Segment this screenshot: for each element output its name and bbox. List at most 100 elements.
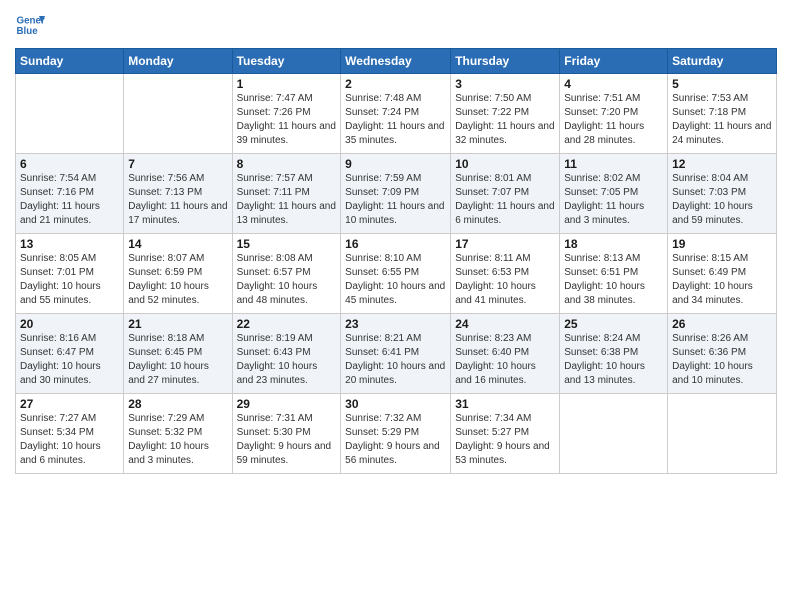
calendar-cell: 20Sunrise: 8:16 AMSunset: 6:47 PMDayligh… [16, 314, 124, 394]
day-number: 7 [128, 157, 227, 171]
calendar-cell: 11Sunrise: 8:02 AMSunset: 7:05 PMDayligh… [560, 154, 668, 234]
calendar-cell: 16Sunrise: 8:10 AMSunset: 6:55 PMDayligh… [341, 234, 451, 314]
day-number: 14 [128, 237, 227, 251]
day-number: 31 [455, 397, 555, 411]
day-info: Sunrise: 7:56 AMSunset: 7:13 PMDaylight:… [128, 172, 227, 228]
day-number: 5 [672, 77, 772, 91]
weekday-header: Sunday [16, 49, 124, 74]
day-info: Sunrise: 8:01 AMSunset: 7:07 PMDaylight:… [455, 172, 555, 228]
day-info: Sunrise: 7:50 AMSunset: 7:22 PMDaylight:… [455, 92, 555, 148]
day-number: 2 [345, 77, 446, 91]
day-info: Sunrise: 7:32 AMSunset: 5:29 PMDaylight:… [345, 412, 446, 468]
day-number: 26 [672, 317, 772, 331]
day-info: Sunrise: 8:21 AMSunset: 6:41 PMDaylight:… [345, 332, 446, 388]
weekday-header: Wednesday [341, 49, 451, 74]
calendar-cell [668, 394, 777, 474]
calendar-week-row: 27Sunrise: 7:27 AMSunset: 5:34 PMDayligh… [16, 394, 777, 474]
day-number: 12 [672, 157, 772, 171]
calendar-cell: 27Sunrise: 7:27 AMSunset: 5:34 PMDayligh… [16, 394, 124, 474]
day-info: Sunrise: 8:10 AMSunset: 6:55 PMDaylight:… [345, 252, 446, 308]
weekday-header: Monday [124, 49, 232, 74]
calendar-cell: 14Sunrise: 8:07 AMSunset: 6:59 PMDayligh… [124, 234, 232, 314]
day-number: 22 [237, 317, 337, 331]
day-info: Sunrise: 8:13 AMSunset: 6:51 PMDaylight:… [564, 252, 663, 308]
day-number: 13 [20, 237, 119, 251]
calendar-week-row: 13Sunrise: 8:05 AMSunset: 7:01 PMDayligh… [16, 234, 777, 314]
day-info: Sunrise: 7:54 AMSunset: 7:16 PMDaylight:… [20, 172, 119, 228]
day-number: 23 [345, 317, 446, 331]
weekday-header: Tuesday [232, 49, 341, 74]
weekday-header: Thursday [451, 49, 560, 74]
calendar-week-row: 20Sunrise: 8:16 AMSunset: 6:47 PMDayligh… [16, 314, 777, 394]
day-info: Sunrise: 7:31 AMSunset: 5:30 PMDaylight:… [237, 412, 337, 468]
calendar-week-row: 6Sunrise: 7:54 AMSunset: 7:16 PMDaylight… [16, 154, 777, 234]
weekday-header: Friday [560, 49, 668, 74]
logo: General Blue [15, 10, 49, 40]
calendar-cell: 8Sunrise: 7:57 AMSunset: 7:11 PMDaylight… [232, 154, 341, 234]
calendar-cell: 30Sunrise: 7:32 AMSunset: 5:29 PMDayligh… [341, 394, 451, 474]
day-number: 20 [20, 317, 119, 331]
day-number: 9 [345, 157, 446, 171]
calendar-cell: 21Sunrise: 8:18 AMSunset: 6:45 PMDayligh… [124, 314, 232, 394]
day-number: 19 [672, 237, 772, 251]
day-info: Sunrise: 8:18 AMSunset: 6:45 PMDaylight:… [128, 332, 227, 388]
day-number: 15 [237, 237, 337, 251]
calendar-cell: 24Sunrise: 8:23 AMSunset: 6:40 PMDayligh… [451, 314, 560, 394]
calendar-cell: 31Sunrise: 7:34 AMSunset: 5:27 PMDayligh… [451, 394, 560, 474]
svg-text:Blue: Blue [17, 26, 39, 37]
calendar-week-row: 1Sunrise: 7:47 AMSunset: 7:26 PMDaylight… [16, 74, 777, 154]
calendar-cell: 1Sunrise: 7:47 AMSunset: 7:26 PMDaylight… [232, 74, 341, 154]
day-info: Sunrise: 8:02 AMSunset: 7:05 PMDaylight:… [564, 172, 663, 228]
day-number: 6 [20, 157, 119, 171]
day-number: 24 [455, 317, 555, 331]
day-info: Sunrise: 7:51 AMSunset: 7:20 PMDaylight:… [564, 92, 663, 148]
day-info: Sunrise: 8:11 AMSunset: 6:53 PMDaylight:… [455, 252, 555, 308]
day-info: Sunrise: 8:15 AMSunset: 6:49 PMDaylight:… [672, 252, 772, 308]
day-number: 28 [128, 397, 227, 411]
day-number: 18 [564, 237, 663, 251]
calendar-cell: 7Sunrise: 7:56 AMSunset: 7:13 PMDaylight… [124, 154, 232, 234]
calendar-table: SundayMondayTuesdayWednesdayThursdayFrid… [15, 48, 777, 474]
day-number: 25 [564, 317, 663, 331]
day-number: 10 [455, 157, 555, 171]
calendar-cell [16, 74, 124, 154]
day-info: Sunrise: 7:59 AMSunset: 7:09 PMDaylight:… [345, 172, 446, 228]
day-info: Sunrise: 8:08 AMSunset: 6:57 PMDaylight:… [237, 252, 337, 308]
calendar-cell: 15Sunrise: 8:08 AMSunset: 6:57 PMDayligh… [232, 234, 341, 314]
day-info: Sunrise: 7:47 AMSunset: 7:26 PMDaylight:… [237, 92, 337, 148]
calendar-cell: 6Sunrise: 7:54 AMSunset: 7:16 PMDaylight… [16, 154, 124, 234]
day-info: Sunrise: 8:19 AMSunset: 6:43 PMDaylight:… [237, 332, 337, 388]
day-number: 8 [237, 157, 337, 171]
calendar-cell: 29Sunrise: 7:31 AMSunset: 5:30 PMDayligh… [232, 394, 341, 474]
calendar-cell: 4Sunrise: 7:51 AMSunset: 7:20 PMDaylight… [560, 74, 668, 154]
day-info: Sunrise: 8:07 AMSunset: 6:59 PMDaylight:… [128, 252, 227, 308]
day-number: 29 [237, 397, 337, 411]
calendar-cell: 18Sunrise: 8:13 AMSunset: 6:51 PMDayligh… [560, 234, 668, 314]
day-number: 4 [564, 77, 663, 91]
day-number: 16 [345, 237, 446, 251]
day-info: Sunrise: 8:26 AMSunset: 6:36 PMDaylight:… [672, 332, 772, 388]
calendar-cell: 26Sunrise: 8:26 AMSunset: 6:36 PMDayligh… [668, 314, 777, 394]
calendar-cell: 12Sunrise: 8:04 AMSunset: 7:03 PMDayligh… [668, 154, 777, 234]
weekday-header: Saturday [668, 49, 777, 74]
calendar-cell: 19Sunrise: 8:15 AMSunset: 6:49 PMDayligh… [668, 234, 777, 314]
calendar-cell: 25Sunrise: 8:24 AMSunset: 6:38 PMDayligh… [560, 314, 668, 394]
day-number: 11 [564, 157, 663, 171]
calendar-cell: 22Sunrise: 8:19 AMSunset: 6:43 PMDayligh… [232, 314, 341, 394]
day-info: Sunrise: 7:57 AMSunset: 7:11 PMDaylight:… [237, 172, 337, 228]
calendar-cell: 9Sunrise: 7:59 AMSunset: 7:09 PMDaylight… [341, 154, 451, 234]
day-info: Sunrise: 8:24 AMSunset: 6:38 PMDaylight:… [564, 332, 663, 388]
day-info: Sunrise: 8:04 AMSunset: 7:03 PMDaylight:… [672, 172, 772, 228]
day-number: 17 [455, 237, 555, 251]
calendar-cell: 10Sunrise: 8:01 AMSunset: 7:07 PMDayligh… [451, 154, 560, 234]
day-info: Sunrise: 7:48 AMSunset: 7:24 PMDaylight:… [345, 92, 446, 148]
calendar-cell: 3Sunrise: 7:50 AMSunset: 7:22 PMDaylight… [451, 74, 560, 154]
day-number: 21 [128, 317, 227, 331]
calendar-cell: 28Sunrise: 7:29 AMSunset: 5:32 PMDayligh… [124, 394, 232, 474]
day-info: Sunrise: 8:23 AMSunset: 6:40 PMDaylight:… [455, 332, 555, 388]
day-info: Sunrise: 7:27 AMSunset: 5:34 PMDaylight:… [20, 412, 119, 468]
day-info: Sunrise: 7:53 AMSunset: 7:18 PMDaylight:… [672, 92, 772, 148]
day-info: Sunrise: 8:05 AMSunset: 7:01 PMDaylight:… [20, 252, 119, 308]
calendar-cell: 23Sunrise: 8:21 AMSunset: 6:41 PMDayligh… [341, 314, 451, 394]
calendar-cell: 13Sunrise: 8:05 AMSunset: 7:01 PMDayligh… [16, 234, 124, 314]
